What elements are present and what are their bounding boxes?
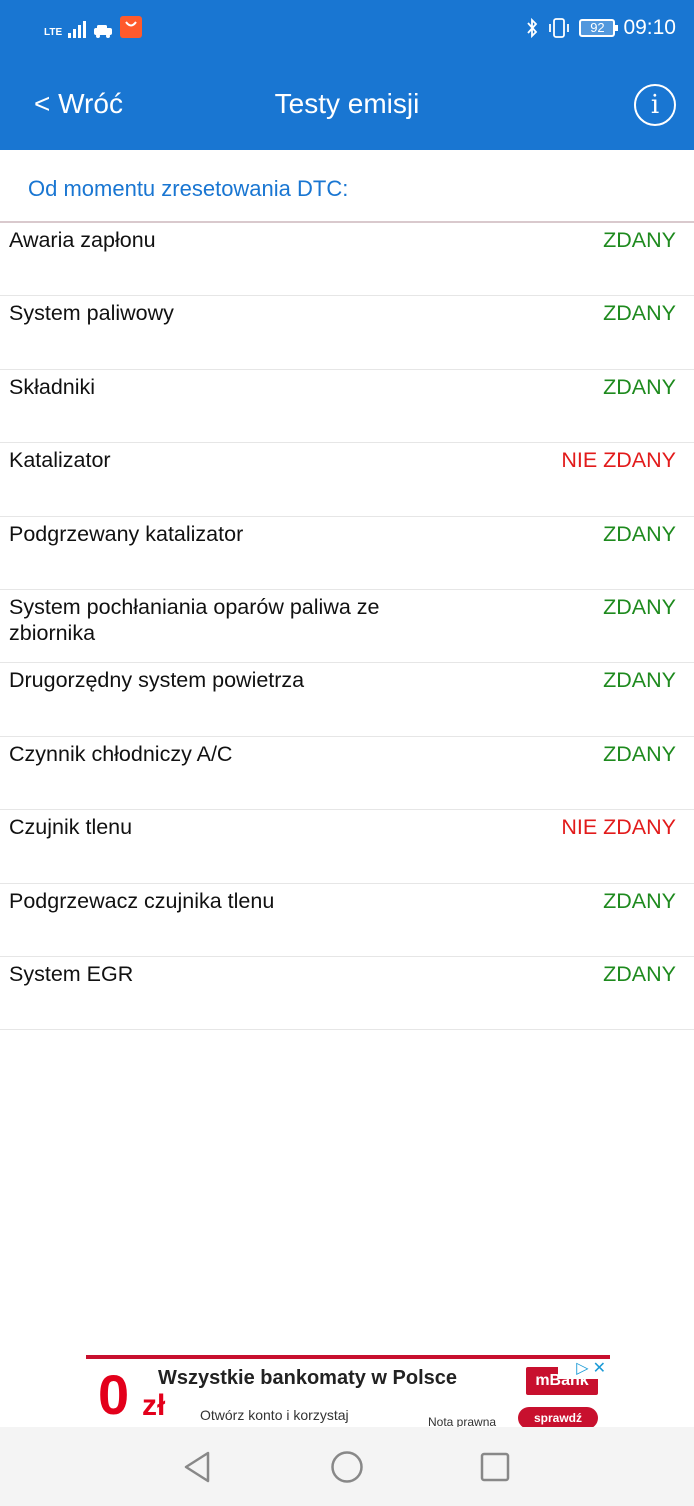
signal-icon — [68, 18, 87, 38]
ad-subline: Otwórz konto i korzystaj — [200, 1407, 349, 1423]
battery-level: 92 — [590, 20, 605, 35]
test-row[interactable]: Awaria zapłonu ZDANY — [0, 223, 694, 297]
test-name: Podgrzewacz czujnika tlenu — [9, 888, 275, 913]
test-name: Podgrzewany katalizator — [9, 521, 244, 546]
status-left: LTE — [44, 16, 143, 38]
section-header: Od momentu zresetowania DTC: — [0, 150, 694, 223]
test-row[interactable]: Czynnik chłodniczy A/C ZDANY — [0, 737, 694, 811]
network-type: LTE — [44, 27, 63, 38]
ad-legal-note[interactable]: Nota prawna — [428, 1415, 496, 1427]
battery-icon: 92 — [579, 19, 619, 37]
info-icon[interactable]: i — [634, 84, 676, 126]
test-name: Czujnik tlenu — [9, 815, 133, 840]
test-result: ZDANY — [603, 741, 676, 766]
ad-amount: 0 — [98, 1363, 130, 1426]
test-row[interactable]: Drugorzędny system powietrza ZDANY — [0, 663, 694, 737]
test-result: ZDANY — [603, 521, 676, 546]
test-result: NIE ZDANY — [561, 815, 676, 840]
test-result: ZDANY — [603, 374, 676, 399]
back-button[interactable]: < Wróć — [34, 88, 123, 120]
test-row[interactable]: System EGR ZDANY — [0, 957, 694, 1031]
close-icon[interactable]: ✕ — [593, 1359, 606, 1379]
test-name: System EGR — [9, 961, 134, 986]
ad-cta-button[interactable]: sprawdź — [518, 1407, 598, 1427]
car-icon — [94, 25, 113, 38]
back-triangle-icon[interactable] — [180, 1449, 216, 1485]
test-row[interactable]: Czujnik tlenu NIE ZDANY — [0, 810, 694, 884]
test-name: System pochłaniania oparów paliwa ze zbi… — [9, 594, 380, 645]
test-result: ZDANY — [603, 228, 676, 252]
status-bar: LTE 92 09:10 — [0, 0, 694, 60]
ad-headline: Wszystkie bankomaty w Polsce — [158, 1367, 458, 1389]
section-title: Od momentu zresetowania DTC: — [28, 176, 349, 201]
test-row[interactable]: Składniki ZDANY — [0, 370, 694, 444]
test-row[interactable]: System pochłaniania oparów paliwa ze zbi… — [0, 590, 694, 664]
test-name: Składniki — [9, 374, 96, 399]
ad-banner[interactable]: 0 zł Wszystkie bankomaty w Polsce Otwórz… — [86, 1355, 610, 1427]
test-name: Katalizator — [9, 448, 111, 473]
nav-bar: Testy emisji < Wróć i — [0, 68, 694, 144]
test-result: ZDANY — [603, 594, 676, 619]
test-name: Czynnik chłodniczy A/C — [9, 741, 233, 766]
test-row[interactable]: System paliwowy ZDANY — [0, 296, 694, 370]
aliexpress-icon — [120, 16, 143, 38]
test-name: System paliwowy — [9, 301, 174, 326]
home-circle-icon[interactable] — [329, 1449, 365, 1485]
test-row[interactable]: Katalizator NIE ZDANY — [0, 443, 694, 517]
status-right: 92 09:10 — [525, 16, 676, 40]
test-row[interactable]: Podgrzewacz czujnika tlenu ZDANY — [0, 884, 694, 957]
test-result: ZDANY — [603, 961, 676, 986]
ad-currency: zł — [142, 1389, 166, 1422]
test-result: ZDANY — [603, 888, 676, 913]
clock: 09:10 — [623, 16, 676, 39]
vibrate-icon — [549, 18, 570, 38]
test-name: Drugorzędny system powietrza — [9, 668, 305, 693]
test-result: NIE ZDANY — [561, 448, 676, 473]
system-navigation-bar — [0, 1427, 694, 1506]
ad-color-stripe — [86, 1355, 610, 1359]
test-row[interactable]: Podgrzewany katalizator ZDANY — [0, 517, 694, 590]
test-name: Awaria zapłonu — [9, 228, 156, 252]
test-result: ZDANY — [603, 301, 676, 326]
test-result: ZDANY — [603, 668, 676, 693]
emission-test-list: Awaria zapłonu ZDANY System paliwowy ZDA… — [0, 223, 694, 1031]
app-header: LTE 92 09:10 Testy emisji < Wróć i — [0, 0, 694, 150]
recents-square-icon[interactable] — [477, 1449, 513, 1485]
adchoices-icon[interactable]: ▷ — [576, 1359, 588, 1379]
ad-choices[interactable]: ▷ ✕ — [558, 1359, 610, 1379]
bluetooth-icon — [527, 17, 538, 39]
